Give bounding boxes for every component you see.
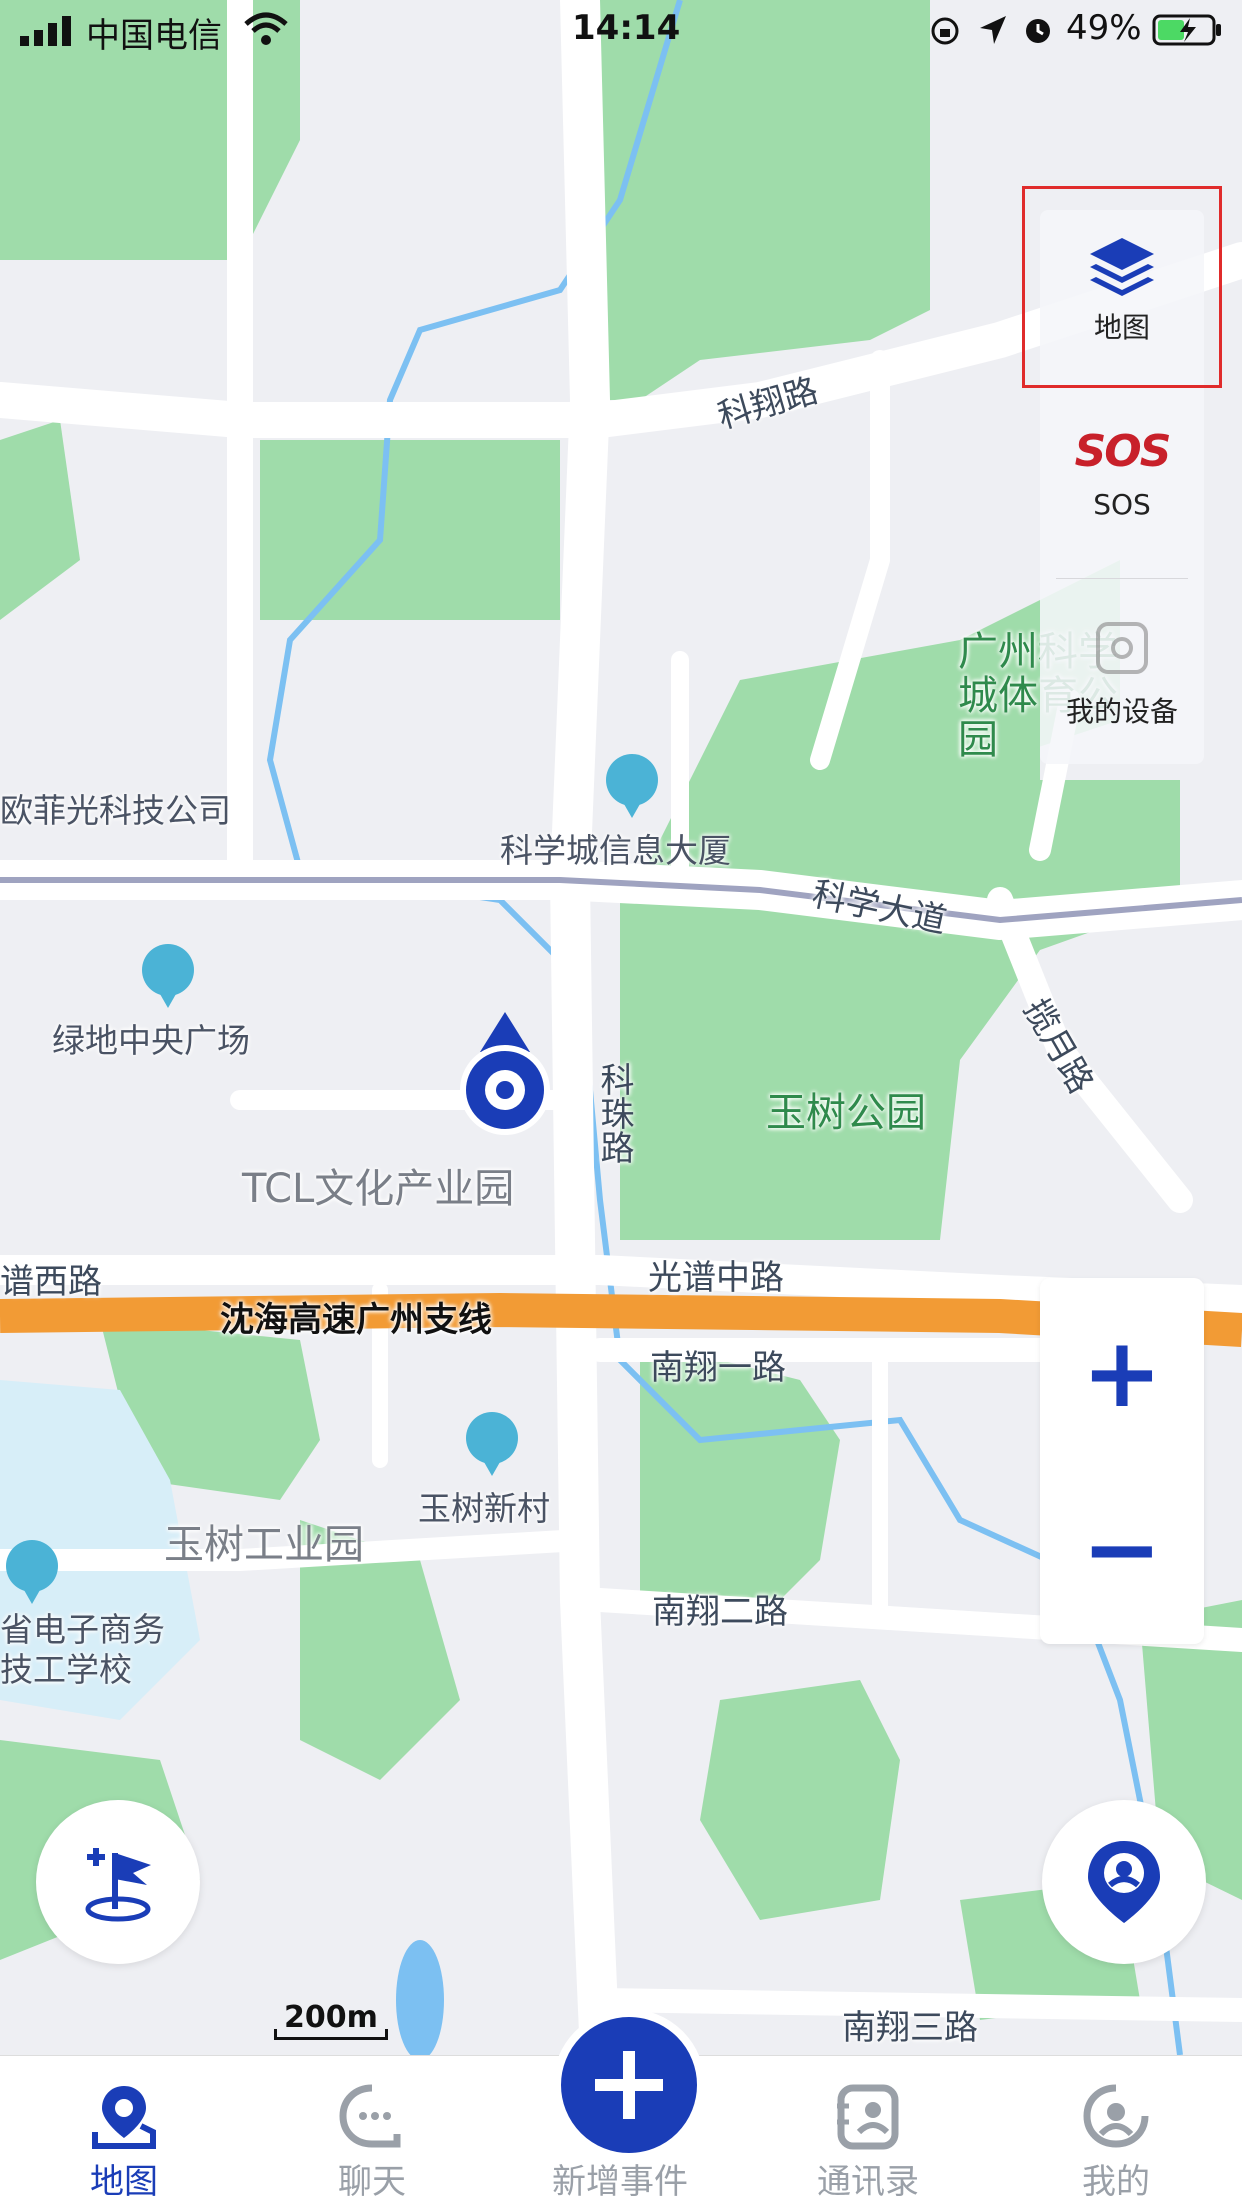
sos-logo: SOS bbox=[1074, 426, 1172, 477]
poi-building-icon[interactable] bbox=[606, 754, 658, 818]
rotation-lock-icon bbox=[931, 17, 959, 45]
status-bar: 中国电信 14:14 49% bbox=[0, 0, 1242, 64]
poi-label: 欧菲光科技公司 bbox=[0, 791, 231, 830]
battery-icon bbox=[1152, 14, 1221, 46]
area-label: TCL文化产业园 bbox=[242, 1166, 515, 1212]
plus-icon: + bbox=[1081, 1317, 1163, 1429]
wifi-icon bbox=[244, 12, 288, 45]
tab-label: 聊天 bbox=[338, 2162, 406, 2202]
add-event-button[interactable] bbox=[553, 2009, 705, 2161]
tab-profile[interactable]: 我的 bbox=[992, 2056, 1240, 2209]
tab-contacts[interactable]: 通讯录 bbox=[744, 2056, 992, 2209]
poi-label: 科学城信息大厦 bbox=[500, 831, 731, 870]
plus-icon bbox=[595, 2051, 663, 2119]
poi-residential-icon[interactable] bbox=[466, 1412, 518, 1476]
divider bbox=[1056, 578, 1188, 579]
my-device-label: 我的设备 bbox=[1065, 695, 1178, 728]
road-label: 科珠路 bbox=[594, 1062, 634, 1164]
poi-building-icon[interactable] bbox=[142, 944, 194, 1008]
road-label: 南翔三路 bbox=[842, 2008, 978, 2048]
poi-label: 绿地中央广场 bbox=[52, 1021, 250, 1060]
profile-icon bbox=[1083, 2084, 1149, 2148]
contacts-icon bbox=[837, 2084, 899, 2150]
clock: 14:14 bbox=[572, 8, 681, 48]
location-arrow-icon bbox=[980, 16, 1006, 44]
road-label: 南翔二路 bbox=[652, 1592, 788, 1632]
chat-icon bbox=[339, 2084, 401, 2148]
flag-plus-icon bbox=[85, 1848, 151, 1922]
poi-label: 玉树新村 bbox=[418, 1489, 550, 1528]
tab-label: 通讯录 bbox=[817, 2162, 919, 2202]
tab-label: 新增事件 bbox=[552, 2162, 688, 2202]
tab-map[interactable]: 地图 bbox=[0, 2056, 248, 2209]
tab-chat[interactable]: 聊天 bbox=[248, 2056, 496, 2209]
tab-label: 我的 bbox=[1082, 2162, 1150, 2202]
poi-school-icon[interactable] bbox=[6, 1540, 58, 1604]
highway-label: 沈海高速广州支线 bbox=[220, 1300, 492, 1340]
carrier-name: 中国电信 bbox=[86, 16, 222, 56]
tab-label: 地图 bbox=[90, 2162, 158, 2202]
locate-person-icon bbox=[1088, 1841, 1160, 1923]
zoom-out-button[interactable]: − bbox=[1040, 1474, 1204, 1624]
add-marker-button[interactable] bbox=[36, 1800, 200, 1964]
locate-me-button[interactable] bbox=[1042, 1800, 1206, 1964]
sos-button[interactable]: SOS SOS bbox=[1040, 426, 1204, 566]
area-label: 玉树工业园 bbox=[164, 1522, 364, 1568]
zoom-controls: + − bbox=[1040, 1278, 1204, 1644]
scale-bar: 200m bbox=[274, 2000, 388, 2040]
road-label: 南翔一路 bbox=[650, 1348, 786, 1388]
road-label: 光谱中路 bbox=[648, 1258, 784, 1298]
highlight-box bbox=[1022, 186, 1222, 388]
minus-icon: − bbox=[1081, 1493, 1163, 1605]
signal-icon bbox=[20, 16, 71, 46]
device-icon bbox=[1096, 622, 1148, 674]
park-label: 玉树公园 bbox=[766, 1090, 926, 1136]
road-label: 谱西路 bbox=[0, 1262, 102, 1302]
sos-label: SOS bbox=[1093, 488, 1151, 521]
battery-percent: 49% bbox=[1066, 8, 1142, 48]
my-device-button[interactable]: 我的设备 bbox=[1040, 620, 1204, 750]
zoom-in-button[interactable]: + bbox=[1040, 1298, 1204, 1448]
map-pin-icon bbox=[92, 2086, 156, 2149]
alarm-icon bbox=[1026, 19, 1050, 43]
poi-label: 省电子商务技工学校 bbox=[0, 1610, 165, 1689]
